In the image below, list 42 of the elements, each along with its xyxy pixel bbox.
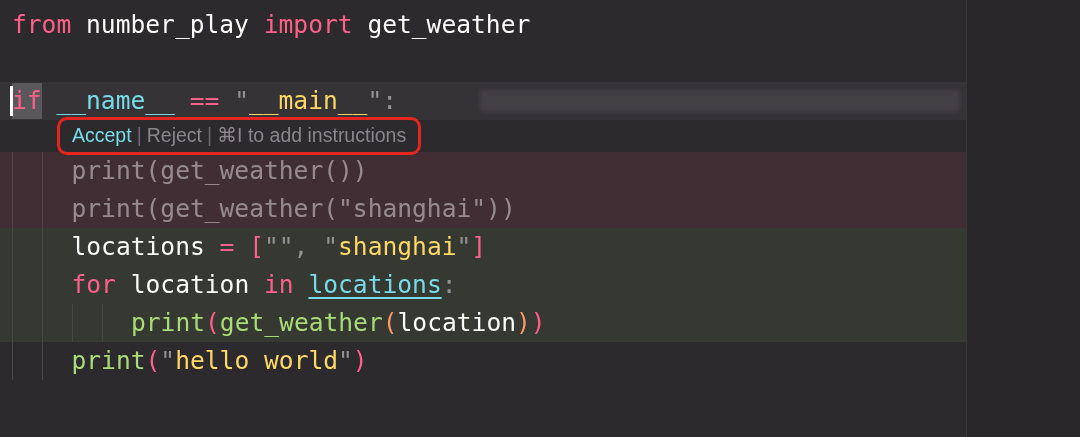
code-token: from <box>12 8 72 41</box>
code-token: locations <box>308 268 442 301</box>
code-token: print <box>71 344 146 377</box>
code-token: in <box>264 268 295 301</box>
code-token: ( <box>382 306 398 339</box>
code-token: = [ <box>219 230 264 263</box>
text-cursor <box>10 86 13 116</box>
code-token: " <box>234 84 249 117</box>
code-token: print(get_weather()) <box>71 154 368 187</box>
separator: | <box>207 123 213 149</box>
shortcut-hint: ⌘I to add instructions <box>217 123 407 149</box>
code-token: location <box>397 306 516 339</box>
code-token: ) <box>530 306 546 339</box>
code-token: location <box>129 268 251 301</box>
code-token: : <box>441 268 457 301</box>
code-token: locations <box>71 230 206 263</box>
code-token: == <box>189 84 221 117</box>
code-token: __name__ <box>55 84 176 117</box>
code-token: for <box>71 268 116 301</box>
code-token: ": <box>367 84 398 117</box>
code-token: hello world <box>175 344 339 377</box>
code-token: number_play <box>85 8 250 41</box>
code-token: __main__ <box>248 84 368 117</box>
code-token: print(get_weather("shanghai")) <box>71 192 516 225</box>
code-token: " <box>160 344 176 377</box>
code-token: ( <box>205 306 220 339</box>
code-token: shanghai <box>338 230 457 263</box>
code-token: get_weather <box>366 8 531 41</box>
code-token: " <box>338 344 353 377</box>
accept-link[interactable]: Accept <box>72 121 132 151</box>
code-token: ) <box>516 306 531 339</box>
code-token: ] <box>471 230 487 263</box>
code-token: ) <box>352 344 368 377</box>
code-token: print <box>131 306 206 339</box>
separator: | <box>136 123 142 149</box>
code-token: import <box>263 8 353 41</box>
code-token: get_weather <box>219 306 383 339</box>
code-token: "", " <box>264 230 339 263</box>
code-token: if <box>12 82 42 120</box>
reject-link[interactable]: Reject <box>146 121 202 151</box>
code-token: " <box>456 230 472 263</box>
code-token: ( <box>145 344 161 377</box>
